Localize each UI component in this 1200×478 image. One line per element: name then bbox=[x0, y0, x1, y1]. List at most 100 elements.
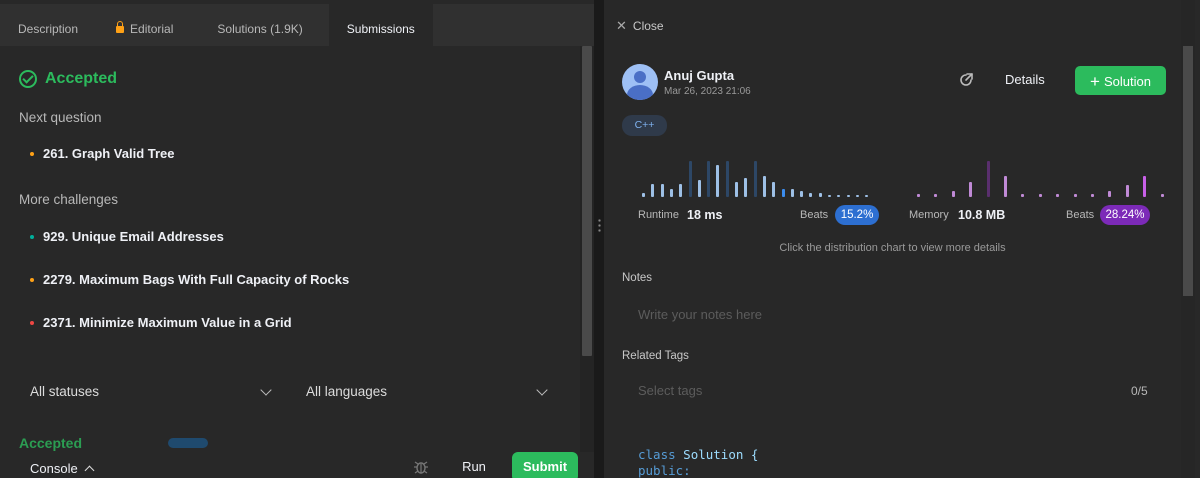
right-scrollbar-thumb[interactable] bbox=[1183, 46, 1193, 296]
distribution-bar[interactable] bbox=[753, 161, 757, 197]
close-button[interactable]: ✕ Close bbox=[616, 18, 664, 34]
close-icon: ✕ bbox=[616, 18, 627, 33]
add-solution-button[interactable]: + Solution bbox=[1075, 66, 1166, 95]
chevron-up-icon bbox=[84, 465, 95, 476]
question-title: 2371. Minimize Maximum Value in a Grid bbox=[43, 315, 292, 330]
notes-input[interactable] bbox=[624, 296, 1172, 332]
status-filter-label: All statuses bbox=[30, 384, 100, 399]
question-title: 261. Graph Valid Tree bbox=[43, 146, 175, 161]
runtime-value: 18 ms bbox=[687, 208, 723, 222]
solution-label: Solution bbox=[1103, 74, 1151, 89]
distribution-bar[interactable] bbox=[1143, 176, 1147, 197]
details-button[interactable]: Details bbox=[1005, 72, 1045, 87]
code-block: class Solution { public: bbox=[638, 447, 758, 478]
close-label: Close bbox=[632, 19, 664, 33]
distribution-bar[interactable] bbox=[1004, 176, 1007, 197]
distribution-bar[interactable] bbox=[1108, 191, 1112, 197]
debug-bug-icon[interactable] bbox=[413, 459, 429, 475]
distribution-bar[interactable] bbox=[1091, 194, 1094, 197]
distribution-bar[interactable] bbox=[855, 194, 859, 197]
distribution-bar[interactable] bbox=[781, 188, 785, 197]
memory-beats-label: Beats bbox=[1066, 209, 1095, 221]
console-toggle[interactable]: Console bbox=[30, 461, 95, 476]
memory-value: 10.8 MB bbox=[958, 208, 1006, 222]
distribution-bar[interactable] bbox=[1073, 194, 1077, 197]
distribution-bar[interactable] bbox=[725, 161, 729, 197]
distribution-bar[interactable] bbox=[1160, 194, 1164, 197]
tab-submissions[interactable]: Submissions bbox=[328, 4, 433, 46]
distribution-bar[interactable] bbox=[846, 194, 850, 197]
distribution-bar[interactable] bbox=[651, 184, 655, 197]
distribution-bar[interactable] bbox=[697, 180, 701, 197]
submit-button[interactable]: Submit bbox=[512, 452, 578, 478]
run-button[interactable]: Run bbox=[451, 452, 497, 478]
check-circle-icon bbox=[19, 70, 37, 88]
next-question-item[interactable]: 261. Graph Valid Tree bbox=[30, 146, 175, 161]
tab-solutions[interactable]: Solutions (1.9K) bbox=[199, 4, 328, 46]
distribution-bar[interactable] bbox=[986, 161, 990, 197]
distribution-bar[interactable] bbox=[1125, 185, 1129, 197]
challenge-item[interactable]: 929. Unique Email Addresses bbox=[30, 229, 224, 244]
related-tags-label: Related Tags bbox=[622, 350, 689, 362]
accepted-status: Accepted bbox=[19, 70, 117, 88]
distribution-bar[interactable] bbox=[716, 165, 720, 197]
distribution-bar[interactable] bbox=[772, 182, 776, 197]
distribution-bar[interactable] bbox=[688, 161, 692, 197]
distribution-bar[interactable] bbox=[762, 175, 766, 197]
difficulty-dot-icon bbox=[30, 277, 34, 282]
distribution-bar[interactable] bbox=[642, 192, 645, 197]
user-name[interactable]: Anuj Gupta bbox=[664, 68, 734, 83]
distribution-bar[interactable] bbox=[735, 182, 738, 197]
distribution-bar[interactable] bbox=[809, 192, 813, 197]
language-filter-label: All languages bbox=[306, 384, 388, 399]
drag-handle-icon[interactable] bbox=[598, 218, 601, 234]
memory-label: Memory bbox=[909, 209, 949, 221]
distribution-bar[interactable] bbox=[744, 177, 748, 197]
challenge-item[interactable]: 2279. Maximum Bags With Full Capacity of… bbox=[30, 272, 349, 287]
lock-icon bbox=[116, 21, 125, 33]
tab-editorial-label: Editorial bbox=[130, 22, 174, 36]
peek-badge bbox=[168, 438, 208, 448]
status-filter[interactable]: All statuses bbox=[30, 384, 99, 399]
runtime-label: Runtime bbox=[638, 209, 679, 221]
more-challenges-label: More challenges bbox=[19, 192, 119, 207]
chart-hint: Click the distribution chart to view mor… bbox=[779, 242, 1006, 254]
distribution-bar[interactable] bbox=[679, 184, 683, 197]
accepted-label: Accepted bbox=[45, 70, 118, 87]
challenge-item[interactable]: 2371. Minimize Maximum Value in a Grid bbox=[30, 315, 292, 330]
submission-date: Mar 26, 2023 21:06 bbox=[664, 86, 751, 97]
difficulty-dot-icon bbox=[30, 320, 34, 325]
distribution-bar[interactable] bbox=[865, 194, 869, 197]
tab-description[interactable]: Description bbox=[0, 4, 96, 46]
runtime-beats-label: Beats bbox=[800, 209, 829, 221]
code-line: class Solution { bbox=[638, 447, 759, 462]
difficulty-dot-icon bbox=[30, 234, 34, 239]
distribution-bar[interactable] bbox=[1056, 194, 1060, 197]
distribution-bar[interactable] bbox=[828, 194, 831, 197]
distribution-bar[interactable] bbox=[818, 192, 822, 197]
distribution-bar[interactable] bbox=[707, 161, 711, 197]
tab-editorial[interactable]: Editorial bbox=[96, 4, 199, 46]
distribution-bar[interactable] bbox=[1038, 194, 1042, 197]
code-line: public: bbox=[638, 463, 691, 478]
panel-divider[interactable] bbox=[594, 0, 604, 478]
accepted-peek: Accepted bbox=[19, 435, 83, 451]
distribution-bar[interactable] bbox=[951, 191, 955, 197]
distribution-bar[interactable] bbox=[660, 184, 664, 197]
runtime-beats-badge: 15.2% bbox=[835, 205, 879, 225]
distribution-bar[interactable] bbox=[790, 188, 794, 197]
share-icon[interactable] bbox=[957, 71, 975, 89]
left-scrollbar-thumb[interactable] bbox=[582, 46, 592, 356]
tab-bar: Description Editorial Solutions (1.9K) S… bbox=[0, 4, 594, 46]
plus-icon: + bbox=[1090, 72, 1100, 91]
memory-beats-badge: 28.24% bbox=[1100, 205, 1150, 225]
distribution-bar[interactable] bbox=[800, 190, 804, 197]
notes-label: Notes bbox=[622, 272, 653, 284]
console-label: Console bbox=[30, 461, 78, 476]
distribution-bar[interactable] bbox=[969, 182, 973, 197]
language-filter[interactable]: All languages bbox=[306, 384, 387, 399]
distribution-bar[interactable] bbox=[917, 194, 920, 197]
tags-input[interactable] bbox=[624, 374, 1124, 406]
tags-count: 0/5 bbox=[1131, 384, 1148, 398]
distribution-bar[interactable] bbox=[669, 188, 673, 197]
